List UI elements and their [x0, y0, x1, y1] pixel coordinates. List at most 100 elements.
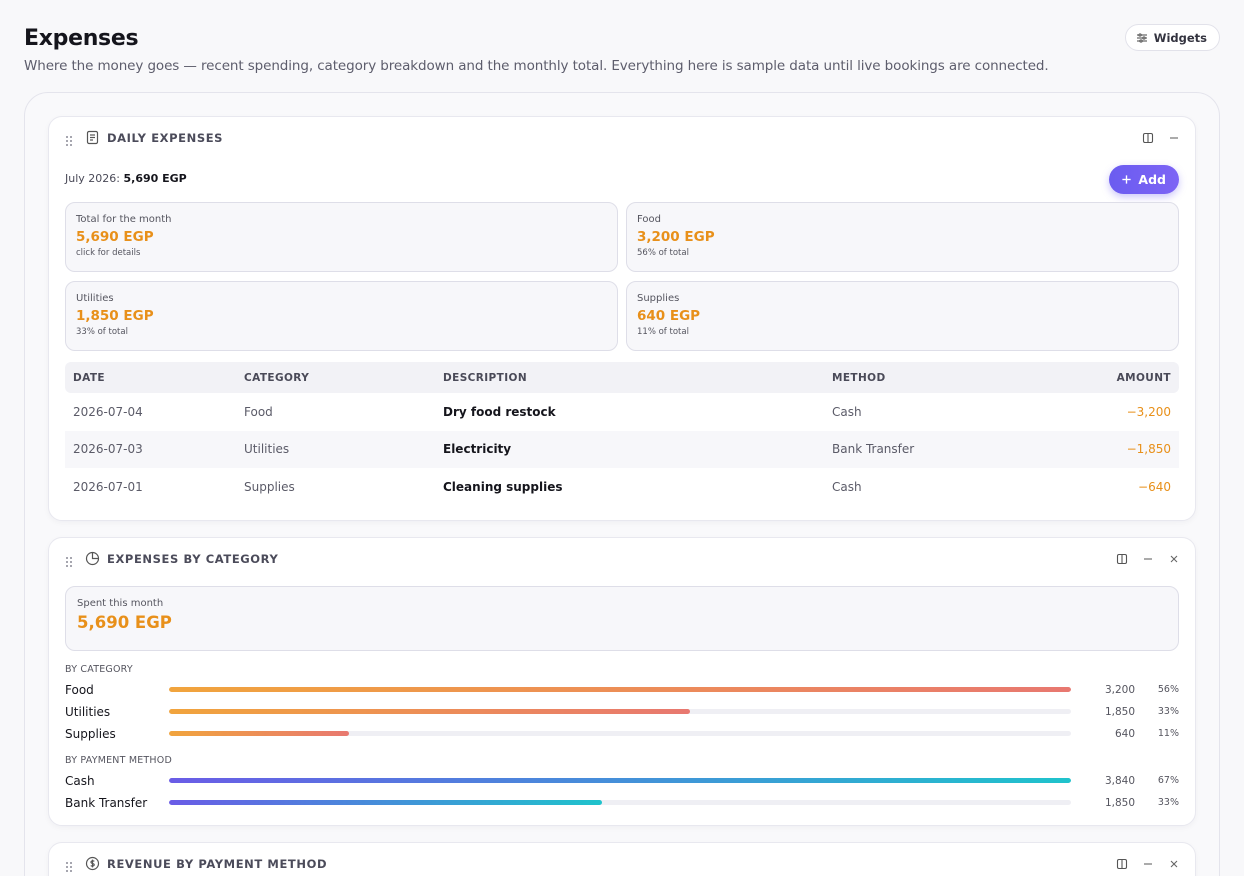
- cell-category: Food: [244, 404, 273, 419]
- close-icon[interactable]: [1167, 552, 1181, 566]
- cell-method: Cash: [832, 404, 862, 419]
- category-section-label: BY CATEGORY: [65, 664, 133, 675]
- pie-chart-icon: [85, 551, 100, 566]
- card-actions: [1141, 131, 1181, 145]
- method-section-label: BY PAYMENT METHOD: [65, 755, 172, 766]
- column-header-category[interactable]: CATEGORY: [244, 372, 443, 384]
- stat-total-month[interactable]: Total for the month 5,690 EGP click for …: [65, 202, 618, 272]
- card-title: REVENUE BY PAYMENT METHOD: [107, 857, 328, 871]
- method-bar-row: Cash 3,840 67%: [65, 773, 1179, 789]
- widgets-button[interactable]: Widgets: [1124, 24, 1220, 51]
- stat-label: Food: [637, 214, 661, 225]
- bar-label: Utilities: [65, 705, 111, 719]
- daily-expenses-card: DAILY EXPENSES July 2026: 5,690 EGP Add …: [48, 116, 1196, 521]
- plus-icon: [1121, 174, 1132, 185]
- close-icon[interactable]: [1167, 857, 1181, 871]
- cell-amount: −640: [1138, 479, 1171, 494]
- bar-percent: 33%: [1157, 706, 1179, 717]
- category-bar-row: Utilities 1,850 33%: [65, 704, 1179, 720]
- cell-description: Dry food restock: [443, 404, 556, 419]
- card-actions: [1115, 857, 1181, 871]
- page-header: Expenses Where the money goes — recent s…: [24, 26, 1220, 74]
- minimize-icon[interactable]: [1167, 131, 1181, 145]
- cell-date: 2026-07-01: [73, 479, 143, 494]
- table-row[interactable]: 2026-07-03 Utilities Electricity Bank Tr…: [65, 430, 1179, 468]
- table-row[interactable]: 2026-07-01 Supplies Cleaning supplies Ca…: [65, 468, 1179, 506]
- bar-fill: [169, 800, 602, 805]
- column-header-description[interactable]: DESCRIPTION: [443, 372, 832, 384]
- spent-value: 5,690 EGP: [77, 613, 172, 632]
- bar-fill: [169, 709, 691, 714]
- column-header-method[interactable]: METHOD: [832, 372, 1078, 384]
- cell-category: Utilities: [244, 442, 290, 457]
- add-expense-button[interactable]: Add: [1109, 165, 1179, 194]
- bar-label: Supplies: [65, 727, 116, 741]
- cell-amount: −3,200: [1126, 404, 1171, 419]
- card-header: EXPENSES BY CATEGORY: [49, 538, 1195, 580]
- bar-value: 640: [1114, 728, 1135, 740]
- stat-label: Supplies: [637, 293, 680, 304]
- expand-icon[interactable]: [1115, 857, 1129, 871]
- bar-percent: 67%: [1157, 775, 1179, 786]
- month-label: July 2026:: [65, 172, 120, 185]
- cell-category: Supplies: [244, 479, 295, 494]
- stat-sub: click for details: [76, 248, 141, 258]
- expenses-table: DATE CATEGORY DESCRIPTION METHOD AMOUNT …: [65, 362, 1179, 506]
- bar-track: [169, 687, 1071, 692]
- expand-icon[interactable]: [1141, 131, 1155, 145]
- bar-label: Bank Transfer: [65, 796, 148, 810]
- page-subtitle: Where the money goes — recent spending, …: [24, 58, 1049, 74]
- bar-label: Cash: [65, 774, 95, 788]
- bar-percent: 56%: [1157, 684, 1179, 695]
- stat-value: 1,850 EGP: [76, 308, 154, 324]
- month-summary: July 2026: 5,690 EGP: [65, 172, 187, 185]
- stat-label: Total for the month: [76, 214, 172, 225]
- bar-track: [169, 709, 1071, 714]
- bar-fill: [169, 731, 350, 736]
- expenses-by-category-card: EXPENSES BY CATEGORY Spent this month 5,…: [48, 537, 1196, 826]
- cell-description: Electricity: [443, 442, 512, 457]
- dollar-icon: [85, 856, 100, 871]
- cell-date: 2026-07-03: [73, 442, 143, 457]
- bar-fill: [169, 687, 1071, 692]
- card-title: DAILY EXPENSES: [107, 131, 224, 145]
- expand-icon[interactable]: [1115, 552, 1129, 566]
- stat-supplies: Supplies 640 EGP 11% of total: [626, 281, 1179, 351]
- card-title: EXPENSES BY CATEGORY: [107, 552, 279, 566]
- cell-method: Cash: [832, 479, 862, 494]
- stat-value: 640 EGP: [637, 308, 701, 324]
- bar-track: [169, 800, 1071, 805]
- category-bar-row: Food 3,200 56%: [65, 682, 1179, 698]
- sliders-icon: [1136, 32, 1148, 44]
- bar-track: [169, 731, 1071, 736]
- page-title: Expenses: [24, 26, 139, 51]
- column-header-date[interactable]: DATE: [65, 372, 244, 384]
- bar-label: Food: [65, 683, 94, 697]
- category-bar-row: Supplies 640 11%: [65, 726, 1179, 742]
- column-header-amount[interactable]: AMOUNT: [1078, 372, 1179, 384]
- card-header: DAILY EXPENSES: [49, 117, 1195, 159]
- stat-sub: 11% of total: [637, 327, 689, 337]
- stat-value: 5,690 EGP: [76, 229, 154, 245]
- stat-label: Utilities: [76, 293, 114, 304]
- bar-fill: [169, 778, 1071, 783]
- bar-percent: 33%: [1157, 797, 1179, 808]
- minimize-icon[interactable]: [1141, 857, 1155, 871]
- table-row[interactable]: 2026-07-04 Food Dry food restock Cash −3…: [65, 393, 1179, 431]
- cell-method: Bank Transfer: [832, 442, 915, 457]
- card-header: REVENUE BY PAYMENT METHOD: [49, 843, 1195, 876]
- card-actions: [1115, 552, 1181, 566]
- drag-handle-icon[interactable]: [65, 132, 73, 146]
- bar-percent: 11%: [1157, 728, 1179, 739]
- minimize-icon[interactable]: [1141, 552, 1155, 566]
- add-label: Add: [1138, 172, 1166, 187]
- drag-handle-icon[interactable]: [65, 858, 73, 872]
- method-bar-row: Bank Transfer 1,850 33%: [65, 795, 1179, 811]
- drag-handle-icon[interactable]: [65, 553, 73, 567]
- stat-grid: Total for the month 5,690 EGP click for …: [65, 202, 1179, 351]
- month-total: 5,690 EGP: [123, 172, 187, 185]
- stat-utilities: Utilities 1,850 EGP 33% of total: [65, 281, 618, 351]
- cell-amount: −1,850: [1126, 442, 1171, 457]
- bar-value: 1,850: [1104, 797, 1135, 809]
- table-header: DATE CATEGORY DESCRIPTION METHOD AMOUNT: [65, 362, 1179, 393]
